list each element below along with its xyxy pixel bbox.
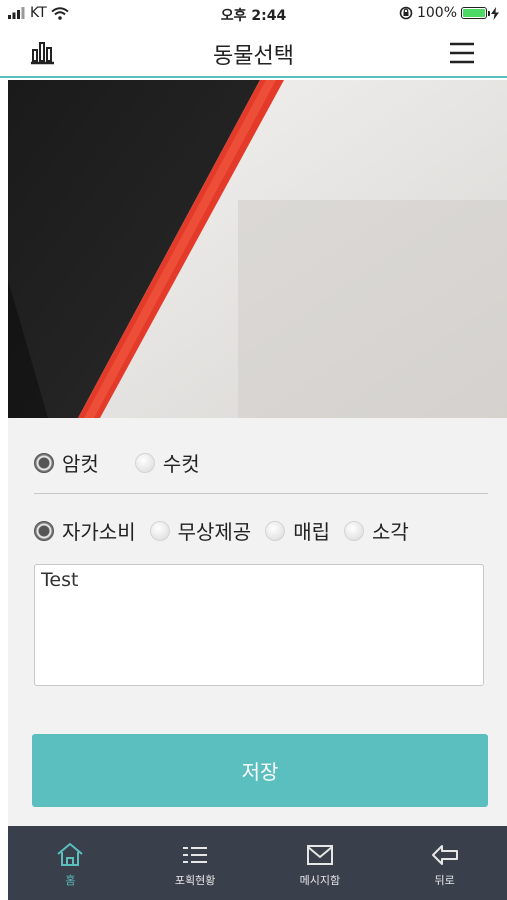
tab-messages[interactable]: 메시지함 (258, 826, 383, 900)
radio-male[interactable]: 수컷 (134, 448, 200, 477)
radio-female-indicator[interactable] (34, 452, 54, 473)
radio-self-consume-indicator[interactable] (34, 520, 54, 541)
radio-self-consume-label: 자가소비 (62, 520, 136, 544)
home-icon (57, 842, 84, 866)
battery-fill (463, 9, 485, 17)
menu-icon[interactable] (447, 40, 477, 66)
nav-bar: 동물선택 (0, 28, 507, 78)
memo-textarea[interactable]: Test (34, 564, 484, 686)
divider (34, 493, 488, 494)
radio-self-consume[interactable]: 자가소비 (34, 516, 136, 545)
radio-free-provide-label: 무상제공 (177, 520, 252, 544)
animal-photo (8, 80, 507, 418)
radio-incinerate-indicator[interactable] (344, 520, 365, 541)
radio-free-provide[interactable]: 무상제공 (149, 516, 252, 545)
list-icon (183, 847, 208, 863)
radio-male-indicator[interactable] (134, 452, 155, 473)
tab-home[interactable]: 홈 (8, 826, 133, 900)
sex-radio-group: 암컷 수컷 (34, 448, 200, 477)
usage-radio-group: 자가소비 무상제공 매립 소각 (34, 516, 409, 545)
bottom-tab-bar: 홈 포획현황 메시지함 뒤로 (8, 826, 507, 900)
charging-bolt-icon (491, 6, 499, 20)
radio-incinerate-label: 소각 (372, 520, 409, 544)
radio-incinerate[interactable]: 소각 (344, 516, 409, 545)
rotation-lock-icon (399, 6, 413, 20)
mail-icon (306, 845, 333, 865)
tab-messages-label: 메시지함 (299, 874, 341, 887)
radio-female[interactable]: 암컷 (34, 448, 99, 477)
radio-landfill[interactable]: 매립 (265, 516, 330, 545)
status-bar: KT 오후 2:44 100% (0, 0, 507, 28)
tab-home-label: 홈 (65, 874, 76, 887)
tab-back-label: 뒤로 (434, 874, 455, 887)
save-button[interactable]: 저장 (32, 734, 488, 807)
page-title: 동물선택 (213, 44, 294, 69)
tab-back[interactable]: 뒤로 (382, 826, 507, 900)
radio-male-label: 수컷 (162, 452, 200, 476)
tab-capture-status-label: 포획현황 (174, 874, 216, 887)
radio-female-label: 암컷 (62, 452, 99, 476)
radio-landfill-label: 매립 (293, 520, 331, 544)
radio-landfill-indicator[interactable] (265, 520, 286, 541)
battery-percent: 100% (416, 5, 457, 21)
tab-capture-status[interactable]: 포획현황 (133, 826, 258, 900)
form-area: 암컷 수컷 자가소비 무상제공 매립 소각 Test 저장 (8, 418, 507, 826)
back-arrow-icon (431, 845, 458, 865)
radio-free-provide-indicator[interactable] (149, 520, 170, 541)
battery-icon (461, 7, 490, 19)
